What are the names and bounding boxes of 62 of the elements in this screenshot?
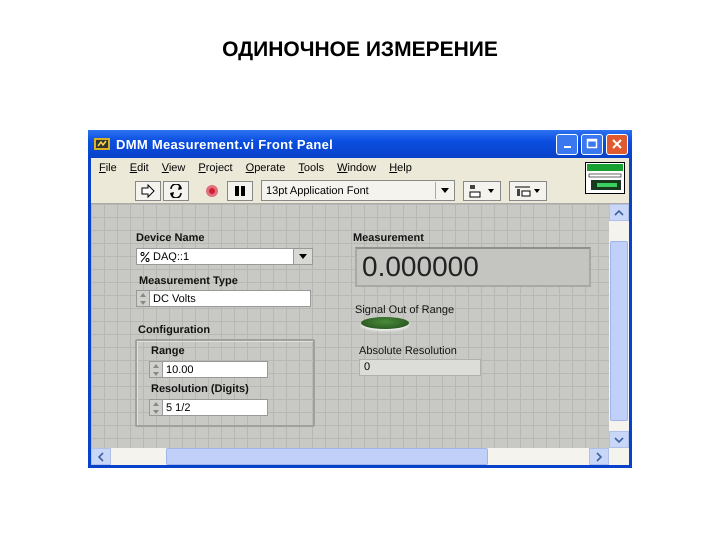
measurement-indicator: 0.000000 <box>355 247 591 287</box>
minimize-icon <box>564 146 570 148</box>
caret-icon <box>441 188 449 193</box>
distribute-icon <box>514 184 542 198</box>
maximize-button[interactable] <box>581 134 603 154</box>
indicator-label: Measurement <box>353 232 424 244</box>
chevron-down-icon <box>614 436 624 442</box>
scroll-up-button[interactable] <box>609 204 629 221</box>
menu-item[interactable]: Tools <box>298 161 324 176</box>
app-icon <box>94 138 110 150</box>
stop-icon <box>204 184 220 198</box>
increment-arrows-icon[interactable] <box>139 292 147 306</box>
run-button[interactable] <box>135 180 161 200</box>
indicator-label: Absolute Resolution <box>359 345 457 357</box>
vertical-scrollbar[interactable] <box>609 204 629 448</box>
minimize-button[interactable] <box>556 134 578 154</box>
menu-item[interactable]: Project <box>198 161 233 176</box>
chevron-up-icon <box>614 210 624 216</box>
absolute-resolution-indicator: 0 <box>359 359 481 376</box>
menu-item[interactable]: Operate <box>246 161 286 176</box>
menu-item[interactable]: View <box>162 161 186 176</box>
measurement-type-selector[interactable]: DC Volts <box>136 290 311 307</box>
close-button[interactable] <box>606 134 628 154</box>
percent-icon <box>140 250 150 262</box>
indicator-label: Signal Out of Range <box>355 304 454 316</box>
menu-item[interactable]: Help <box>389 161 412 176</box>
run-continuously-button[interactable] <box>163 180 189 200</box>
vi-icon[interactable] <box>585 162 625 194</box>
align-objects-button[interactable] <box>463 180 501 200</box>
arrow-icon <box>140 184 156 198</box>
maximize-icon <box>586 138 598 150</box>
resolution-numeric-control[interactable]: 5 1/2 <box>149 399 268 416</box>
control-label: Range <box>151 345 185 357</box>
increment-arrows-icon[interactable] <box>152 400 160 414</box>
pause-icon <box>232 184 248 198</box>
scroll-thumb[interactable] <box>610 241 628 421</box>
chevron-right-icon <box>596 452 602 462</box>
increment-arrows-icon[interactable] <box>152 362 160 376</box>
menu-item[interactable]: Window <box>337 161 376 176</box>
control-label: Resolution (Digits) <box>151 383 249 395</box>
font-dropdown[interactable]: 13pt Application Font <box>261 180 455 201</box>
cycle-arrows-icon <box>168 184 184 198</box>
distribute-objects-button[interactable] <box>509 180 547 200</box>
scroll-right-button[interactable] <box>589 448 609 465</box>
device-name-dropdown[interactable]: DAQ::1 <box>136 248 313 265</box>
scroll-left-button[interactable] <box>91 448 111 465</box>
menu-item[interactable]: Edit <box>130 161 149 176</box>
slide-title: ОДИНОЧНОЕ ИЗМЕРЕНИЕ <box>221 37 499 63</box>
window-title: DMM Measurement.vi Front Panel <box>116 136 334 152</box>
caret-icon <box>299 254 307 259</box>
pause-button[interactable] <box>227 180 253 200</box>
control-label: Device Name <box>136 232 204 244</box>
scroll-down-button[interactable] <box>609 431 629 448</box>
close-icon <box>611 138 623 150</box>
cluster-label: Configuration <box>138 324 210 336</box>
scroll-thumb[interactable] <box>166 448 488 465</box>
range-numeric-control[interactable]: 10.00 <box>149 361 268 378</box>
horizontal-scrollbar[interactable] <box>91 448 629 465</box>
menu-item[interactable]: File <box>99 161 117 176</box>
chevron-left-icon <box>98 452 104 462</box>
control-label: Measurement Type <box>139 275 238 287</box>
align-icon <box>468 184 496 198</box>
